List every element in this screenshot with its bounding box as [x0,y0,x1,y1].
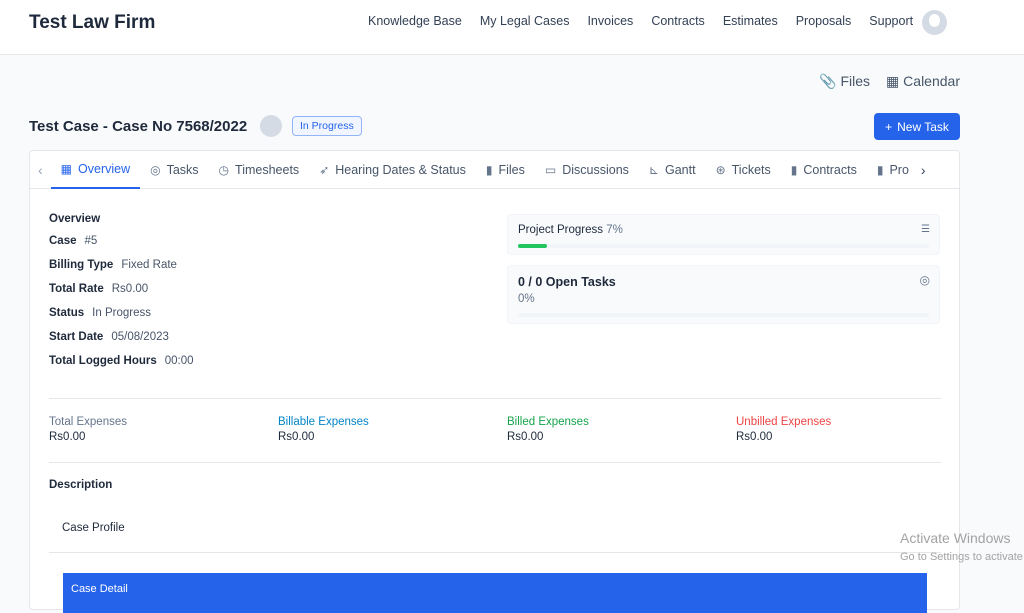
field-billing-type: Billing Type Fixed Rate [49,259,177,271]
brand-logo[interactable]: Test Law Firm [29,12,155,34]
tab-discussions[interactable]: ▭ Discussions [535,151,639,189]
tab-timesheets[interactable]: ◷ Timesheets [209,151,310,189]
overview-section: Overview Case #5 Billing Type Fixed Rate T… [49,213,194,379]
rocket-icon: ➶ [319,162,330,177]
windows-watermark-sub: Go to Settings to activate Windows. [900,551,1024,563]
check-circle-icon: ◎ [919,273,930,287]
project-progress-card: Project Progress 7% ☰ [507,214,940,255]
open-tasks-card: 0 / 0 Open Tasks 0% ◎ [507,265,940,324]
contract-icon: ▮ [790,162,798,177]
paperclip-icon: 📎 [819,73,837,89]
user-avatar[interactable] [922,10,947,35]
nav-my-legal-cases[interactable]: My Legal Cases [480,14,570,28]
member-avatar[interactable] [260,115,282,137]
file-icon: ▮ [876,162,884,177]
case-links: 📎 Files ▦ Calendar [819,73,960,90]
field-logged-hours: Total Logged Hours 00:00 [49,355,194,367]
comment-icon: ▭ [544,162,557,177]
tab-tickets[interactable]: ⊛ Tickets [706,151,781,189]
nav-estimates[interactable]: Estimates [723,14,778,28]
unbilled-expenses: Unbilled Expenses Rs0.00 [736,416,832,443]
tab-overview[interactable]: ▦ Overview [50,151,141,189]
divider [49,462,941,463]
field-total-rate: Total Rate Rs0.00 [49,283,149,295]
progress-fill [518,244,547,248]
tasks-progress-bar [518,313,929,317]
total-expenses: Total Expenses Rs0.00 [49,416,127,443]
description-heading: Description [49,479,113,491]
overview-heading: Overview [49,213,101,225]
top-header: Test Law Firm Knowledge Base My Legal Ca… [0,0,1024,55]
tab-proposals[interactable]: ▮ Pro [867,151,913,189]
tab-hearing-dates[interactable]: ➶ Hearing Dates & Status [309,151,476,189]
chart-icon: ⊾ [648,162,659,177]
case-detail-header: Case Detail [63,573,927,613]
billed-expenses: Billed Expenses Rs0.00 [507,416,589,443]
field-case: Case #5 [49,235,98,247]
page-title: Test Case - Case No 7568/2022 [29,118,248,135]
tab-files[interactable]: ▮ Files [476,151,535,189]
plus-icon: + [885,119,893,134]
case-profile-heading: Case Profile [62,522,125,534]
chevron-left-icon[interactable]: ‹ [30,162,51,178]
nav-invoices[interactable]: Invoices [587,14,633,28]
billable-expenses: Billable Expenses Rs0.00 [278,416,369,443]
nav-proposals[interactable]: Proposals [796,14,852,28]
tab-bar: ‹ ▦ Overview ◎ Tasks ◷ Timesheets ➶ Hearing … [30,151,959,189]
progress-bar [518,244,929,248]
tab-gantt[interactable]: ⊾ Gantt [639,151,706,189]
field-status: Status In Progress [49,307,151,319]
lifering-icon: ⊛ [715,162,726,177]
calendar-link[interactable]: ▦ Calendar [886,73,960,90]
calendar-icon: ▦ [886,73,900,89]
divider [49,398,941,399]
clock-icon: ◷ [218,162,230,177]
server-icon: ☰ [921,224,930,235]
case-card: ‹ ▦ Overview ◎ Tasks ◷ Timesheets ➶ Hearing … [29,150,960,613]
new-task-button[interactable]: + New Task [874,113,960,140]
divider [49,552,941,553]
main-nav: Knowledge Base My Legal Cases Invoices C… [368,14,913,28]
grid-icon: ▦ [60,161,73,176]
windows-watermark: Activate Windows [900,530,1011,546]
file-icon: ▮ [485,162,493,177]
nav-support[interactable]: Support [869,14,913,28]
status-badge: In Progress [292,116,362,136]
field-start-date: Start Date 05/08/2023 [49,331,169,343]
nav-knowledge-base[interactable]: Knowledge Base [368,14,462,28]
tab-contracts[interactable]: ▮ Contracts [781,151,867,189]
tab-tasks[interactable]: ◎ Tasks [140,151,208,189]
check-circle-icon: ◎ [150,162,161,177]
chevron-right-icon[interactable]: › [913,162,934,178]
files-link[interactable]: 📎 Files [819,73,870,90]
nav-contracts[interactable]: Contracts [651,14,705,28]
